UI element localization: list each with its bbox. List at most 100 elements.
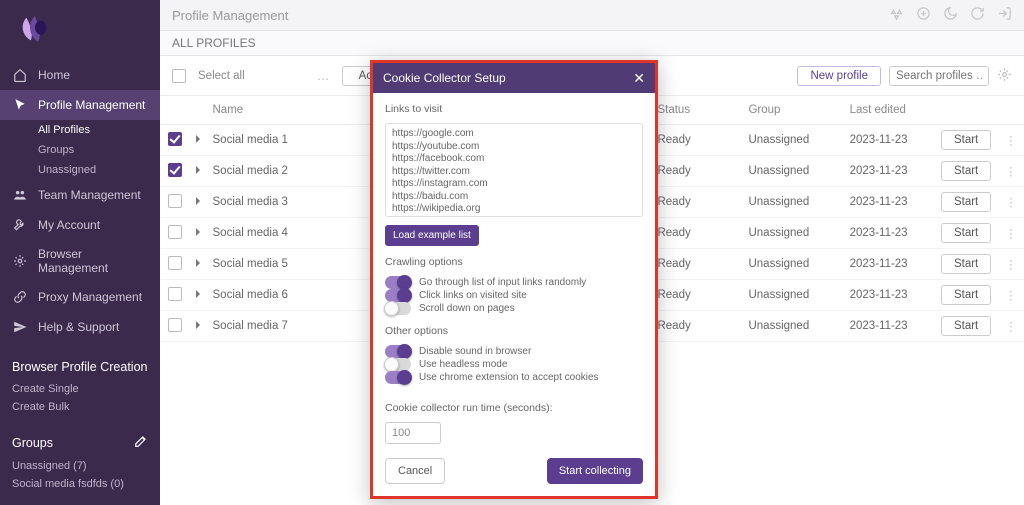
option-row: Scroll down on pages [385, 302, 643, 315]
plus-circle-icon[interactable] [916, 6, 931, 24]
toggle[interactable] [385, 358, 411, 371]
bpc-create-single[interactable]: Create Single [0, 380, 160, 398]
col-last-edited[interactable]: Last edited [844, 96, 935, 125]
send-icon [12, 319, 28, 335]
toggle[interactable] [385, 302, 411, 315]
row-start-button[interactable]: Start [941, 316, 991, 336]
sidebar: Home Profile Management All Profiles Gro… [0, 0, 160, 505]
table-settings-icon[interactable] [997, 67, 1012, 85]
bpc-create-bulk[interactable]: Create Bulk [0, 398, 160, 416]
close-icon[interactable]: ✕ [633, 71, 645, 85]
group-social-media[interactable]: Social media fsdfds (0) [0, 475, 160, 493]
page-title: Profile Management [172, 8, 288, 23]
expand-icon[interactable] [196, 259, 200, 267]
expand-icon[interactable] [196, 135, 200, 143]
row-edited: 2023-11-23 [844, 125, 935, 156]
new-profile-button[interactable]: New profile [797, 66, 881, 86]
expand-icon[interactable] [196, 228, 200, 236]
search-input[interactable] [889, 66, 989, 86]
row-checkbox[interactable] [168, 318, 182, 332]
row-more-icon[interactable]: ⋮ [998, 156, 1024, 187]
row-more-icon[interactable]: ⋮ [998, 125, 1024, 156]
row-start-button[interactable]: Start [941, 223, 991, 243]
refresh-icon[interactable] [970, 6, 985, 24]
dots-label: … [317, 68, 330, 83]
row-start-button[interactable]: Start [941, 192, 991, 212]
row-group: Unassigned [742, 218, 843, 249]
expand-icon[interactable] [196, 197, 200, 205]
nav-label: My Account [38, 218, 100, 232]
row-start-button[interactable]: Start [941, 130, 991, 150]
option-label: Use chrome extension to accept cookies [419, 372, 599, 383]
nav-sub-unassigned[interactable]: Unassigned [0, 160, 160, 180]
option-row: Use chrome extension to accept cookies [385, 371, 643, 384]
row-checkbox[interactable] [168, 163, 182, 177]
expand-icon[interactable] [196, 321, 200, 329]
edit-icon[interactable] [134, 434, 148, 451]
nav-home[interactable]: Home [0, 60, 160, 90]
col-group[interactable]: Group [742, 96, 843, 125]
runtime-label: Cookie collector run time (seconds): [385, 402, 643, 414]
nav-label: Profile Management [38, 98, 145, 112]
links-textarea[interactable] [385, 123, 643, 217]
expand-icon[interactable] [196, 290, 200, 298]
nav-browser-management[interactable]: Browser Management [0, 240, 160, 282]
nav-label: Proxy Management [38, 290, 142, 304]
nav-label: Help & Support [38, 320, 119, 334]
groups-header: Groups [0, 416, 160, 457]
row-edited: 2023-11-23 [844, 311, 935, 342]
col-status[interactable]: Status [651, 96, 742, 125]
select-all-label: Select all [198, 70, 245, 82]
row-more-icon[interactable]: ⋮ [998, 249, 1024, 280]
wrench-icon [12, 217, 28, 233]
option-label: Disable sound in browser [419, 346, 531, 357]
row-status: Ready [651, 156, 742, 187]
home-icon [12, 67, 28, 83]
row-checkbox[interactable] [168, 256, 182, 270]
team-icon [12, 187, 28, 203]
start-collecting-button[interactable]: Start collecting [547, 458, 643, 484]
row-more-icon[interactable]: ⋮ [998, 187, 1024, 218]
nav-my-account[interactable]: My Account [0, 210, 160, 240]
row-edited: 2023-11-23 [844, 187, 935, 218]
toggle[interactable] [385, 371, 411, 384]
row-checkbox[interactable] [168, 225, 182, 239]
row-start-button[interactable]: Start [941, 254, 991, 274]
toggle[interactable] [385, 345, 411, 358]
nav-help-support[interactable]: Help & Support [0, 312, 160, 342]
row-status: Ready [651, 249, 742, 280]
cancel-button[interactable]: Cancel [385, 458, 445, 484]
row-more-icon[interactable]: ⋮ [998, 280, 1024, 311]
load-example-button[interactable]: Load example list [385, 225, 479, 246]
group-unassigned[interactable]: Unassigned (7) [0, 457, 160, 475]
row-status: Ready [651, 187, 742, 218]
bpc-title: Browser Profile Creation [0, 342, 160, 380]
moon-icon[interactable] [943, 6, 958, 24]
nav-profile-management[interactable]: Profile Management [0, 90, 160, 120]
nav-team-management[interactable]: Team Management [0, 180, 160, 210]
nav-sub-groups[interactable]: Groups [0, 140, 160, 160]
row-more-icon[interactable]: ⋮ [998, 218, 1024, 249]
row-checkbox[interactable] [168, 194, 182, 208]
select-all-checkbox[interactable] [172, 69, 186, 83]
row-checkbox[interactable] [168, 287, 182, 301]
row-status: Ready [651, 218, 742, 249]
expand-icon[interactable] [196, 166, 200, 174]
nav-proxy-management[interactable]: Proxy Management [0, 282, 160, 312]
runtime-input[interactable] [385, 422, 441, 444]
row-start-button[interactable]: Start [941, 161, 991, 181]
nav-sub-all-profiles[interactable]: All Profiles [0, 120, 160, 140]
toggle[interactable] [385, 276, 411, 289]
other-title: Other options [385, 325, 643, 337]
nav-label: Browser Management [38, 247, 148, 275]
recycle-icon[interactable] [889, 6, 904, 24]
option-label: Scroll down on pages [419, 303, 515, 314]
row-checkbox[interactable] [168, 132, 182, 146]
toggle[interactable] [385, 289, 411, 302]
links-label: Links to visit [385, 103, 643, 115]
nav-label: Team Management [38, 188, 141, 202]
row-more-icon[interactable]: ⋮ [998, 311, 1024, 342]
row-start-button[interactable]: Start [941, 285, 991, 305]
logout-icon[interactable] [997, 6, 1012, 24]
row-group: Unassigned [742, 156, 843, 187]
